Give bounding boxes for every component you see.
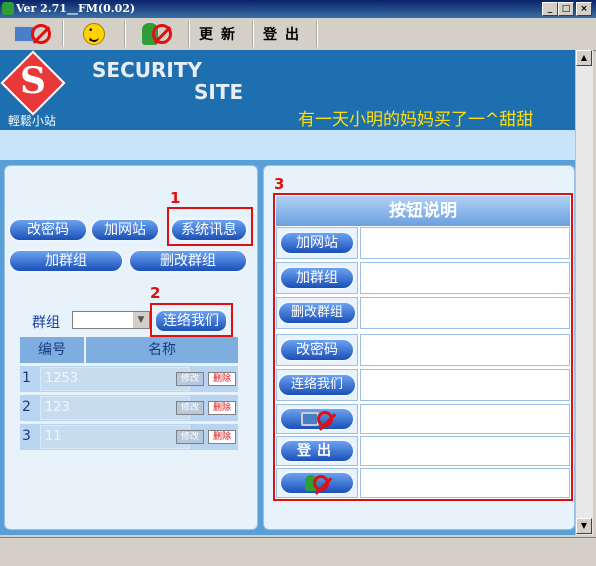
row-number: 2 (22, 399, 31, 415)
legend-row: 删改群组 (276, 297, 570, 329)
window-title: Ver 2.71__FM(0.02) (16, 2, 136, 15)
scroll-up-icon[interactable]: ▲ (576, 50, 592, 66)
legend-description (360, 404, 570, 434)
brand-line-1: SECURITY (92, 58, 202, 82)
edit-row-button[interactable]: 修改 (176, 430, 204, 444)
close-button[interactable]: × (576, 2, 592, 16)
legend-description (360, 334, 570, 366)
legend-description (360, 297, 570, 329)
column-header-number: 编号 (20, 337, 84, 363)
legend-dino-no-button[interactable] (279, 471, 355, 495)
banner: S SECURITY SITE 輕鬆小站 有一天小明的妈妈买了一^甜甜 (0, 50, 575, 130)
title-bar: Ver 2.71__FM(0.02) _ □ × (0, 0, 596, 18)
legend-description (360, 369, 570, 401)
minimize-button[interactable]: _ (542, 2, 558, 16)
site-subtitle: 輕鬆小站 (8, 114, 57, 128)
marquee-text: 有一天小明的妈妈买了一^甜甜 (298, 110, 534, 130)
legend-change-password-button[interactable]: 改密码 (279, 338, 355, 362)
legend-row: 加网站 (276, 227, 570, 259)
legend-description (360, 262, 570, 294)
refresh-button[interactable]: 更新 (190, 20, 254, 47)
legend-header: 按钮说明 (276, 196, 570, 226)
edit-group-button[interactable]: 删改群组 (128, 249, 248, 273)
annotation-number-3: 3 (274, 175, 285, 193)
row-name: 11 (40, 425, 190, 449)
row-number: 1 (22, 370, 31, 386)
monitor-no-button[interactable] (2, 20, 64, 47)
maximize-button[interactable]: □ (558, 2, 574, 16)
legend-row: 加群组 (276, 262, 570, 294)
logo-letter: S (20, 60, 46, 102)
table-row: 3 11 修改 删除 (20, 424, 238, 450)
no-entry-icon (313, 475, 329, 491)
legend-description (360, 468, 570, 498)
annotation-number-2: 2 (150, 284, 161, 302)
edit-row-button[interactable]: 修改 (176, 401, 204, 415)
delete-row-button[interactable]: 删除 (208, 401, 236, 415)
column-header-name: 名称 (86, 337, 238, 363)
toolbar: 更新 登出 (0, 18, 596, 51)
no-entry-icon (152, 23, 172, 44)
dino-no-button[interactable] (126, 20, 190, 47)
legend-row: 连络我们 (276, 369, 570, 401)
no-entry-icon (317, 411, 333, 427)
row-name: 123 (40, 396, 190, 420)
add-group-button[interactable]: 加群组 (8, 249, 124, 273)
legend-edit-group-button[interactable]: 删改群组 (277, 301, 357, 325)
delete-row-button[interactable]: 删除 (208, 372, 236, 386)
edit-row-button[interactable]: 修改 (176, 372, 204, 386)
add-site-button[interactable]: 加网站 (90, 218, 160, 242)
legend-add-group-button[interactable]: 加群组 (279, 266, 355, 290)
scroll-down-icon[interactable]: ▼ (576, 518, 592, 534)
legend-description (360, 227, 570, 259)
vertical-scrollbar[interactable]: ▲ ▼ (575, 50, 593, 535)
smiley-button[interactable] (64, 20, 126, 47)
legend-monitor-no-button[interactable] (279, 407, 355, 431)
legend-contact-us-button[interactable]: 连络我们 (277, 373, 357, 397)
legend-add-site-button[interactable]: 加网站 (279, 231, 355, 255)
annotation-box-1 (167, 207, 253, 246)
app-icon (2, 2, 14, 15)
legend-row (276, 404, 570, 434)
group-select[interactable]: ▼ (72, 311, 150, 329)
annotation-number-1: 1 (170, 189, 181, 207)
table-row: 2 123 修改 删除 (20, 395, 238, 421)
group-label: 群组 (32, 315, 60, 331)
row-number: 3 (22, 428, 31, 444)
logout-button[interactable]: 登出 (254, 20, 318, 47)
no-entry-icon (31, 23, 51, 44)
legend-description (360, 436, 570, 466)
status-bar (0, 537, 596, 566)
row-name: 1253 (40, 367, 190, 391)
smiley-icon (83, 22, 105, 46)
legend-row: 改密码 (276, 334, 570, 366)
legend-row (276, 468, 570, 498)
table-row: 1 1253 修改 删除 (20, 366, 238, 392)
header-stripe (0, 130, 575, 160)
logout-label: 登出 (263, 26, 307, 43)
legend-row: 登出 (276, 436, 570, 466)
chevron-down-icon[interactable]: ▼ (133, 312, 149, 328)
change-password-button[interactable]: 改密码 (8, 218, 88, 242)
delete-row-button[interactable]: 删除 (208, 430, 236, 444)
refresh-label: 更新 (199, 26, 243, 43)
legend-logout-button[interactable]: 登出 (279, 439, 355, 463)
brand-line-2: SITE (194, 80, 244, 104)
annotation-box-2 (150, 303, 233, 337)
